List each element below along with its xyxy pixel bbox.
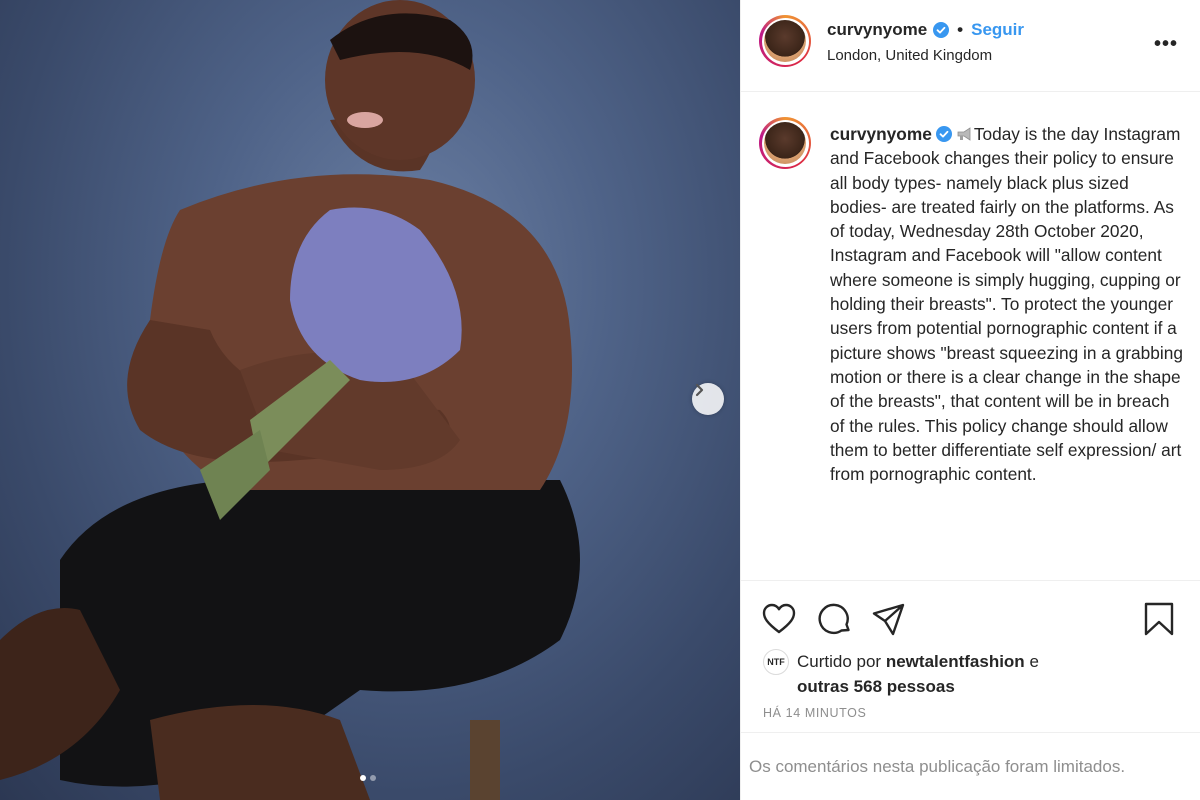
- heart-icon[interactable]: [761, 601, 797, 637]
- likes-prefix: Curtido por: [797, 652, 882, 671]
- next-photo-button[interactable]: [692, 383, 724, 415]
- carousel-dot-active[interactable]: [360, 775, 366, 781]
- post-side-panel: curvynyome • Seguir London, United Kingd…: [740, 0, 1200, 800]
- verified-badge-icon: [935, 126, 952, 142]
- liker-username[interactable]: newtalentfashion: [886, 652, 1025, 671]
- carousel-dot[interactable]: [370, 775, 376, 781]
- comments-notice-text: Os comentários nesta publicação foram li…: [749, 756, 1126, 776]
- likes-connector: e: [1029, 652, 1039, 671]
- chevron-right-icon: [695, 383, 704, 397]
- caption-username[interactable]: curvynyome: [830, 124, 932, 144]
- actions-area: NTF Curtido por newtalentfashion e outra…: [741, 580, 1200, 732]
- caption-avatar[interactable]: [759, 117, 811, 169]
- separator-dot: •: [957, 20, 964, 39]
- follow-button[interactable]: Seguir: [971, 20, 1024, 40]
- bookmark-icon[interactable]: [1141, 601, 1177, 637]
- likes-others[interactable]: outras 568 pessoas: [763, 675, 1039, 699]
- carousel-dots: [360, 775, 376, 781]
- photo-illustration: [0, 0, 580, 800]
- more-options-button[interactable]: •••: [1154, 33, 1178, 56]
- liker-avatar[interactable]: NTF: [763, 649, 789, 675]
- comment-icon[interactable]: [817, 601, 853, 637]
- post-username[interactable]: curvynyome: [827, 20, 927, 40]
- post-location[interactable]: London, United Kingdom: [827, 47, 992, 64]
- post-photo[interactable]: [0, 0, 740, 800]
- likes-summary: NTF Curtido por newtalentfashion e outra…: [763, 649, 1039, 699]
- verified-badge-icon: [933, 22, 950, 38]
- share-icon[interactable]: [871, 601, 907, 637]
- caption-body: Today is the day Instagram and Facebook …: [830, 124, 1183, 485]
- megaphone-icon: [957, 127, 971, 141]
- post-header: curvynyome • Seguir London, United Kingd…: [741, 0, 1200, 92]
- caption-area: curvynyome Today is the day Instagram an…: [741, 92, 1200, 580]
- caption-text: curvynyome Today is the day Instagram an…: [830, 122, 1185, 486]
- avatar[interactable]: [759, 15, 811, 67]
- post-timestamp[interactable]: HÁ 14 MINUTOS: [763, 706, 866, 720]
- comments-limited-notice: Os comentários nesta publicação foram li…: [741, 732, 1200, 800]
